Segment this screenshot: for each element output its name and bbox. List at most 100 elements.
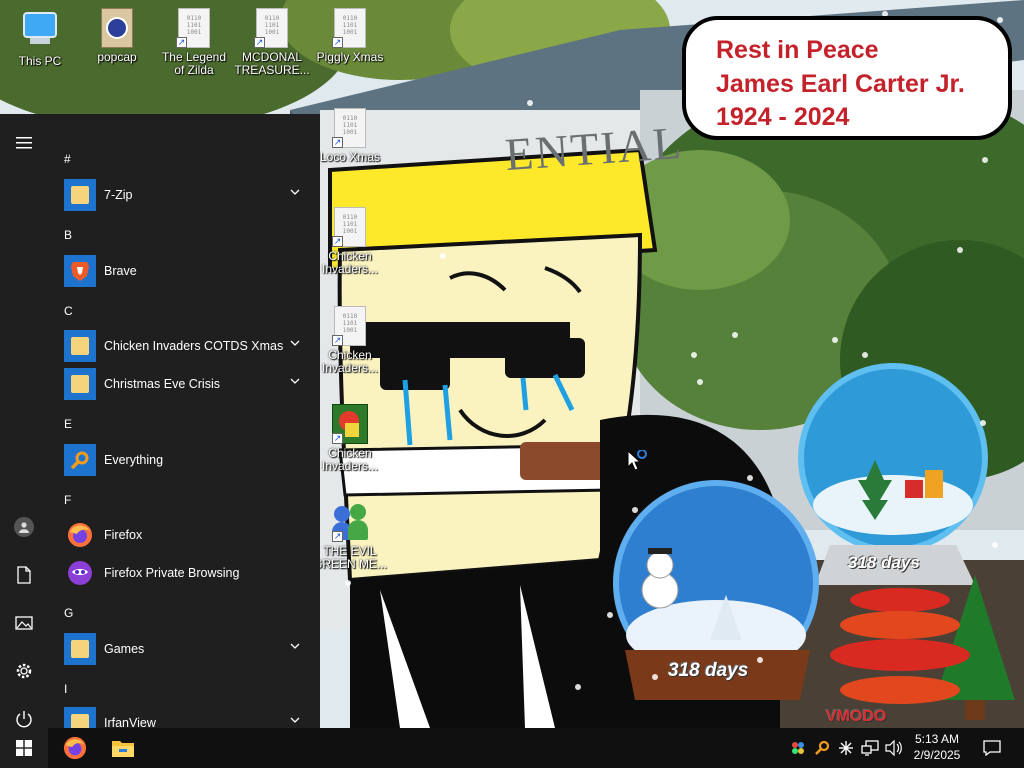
computer-icon	[22, 12, 58, 52]
chevron-down-icon	[290, 189, 300, 195]
taskbar-file-explorer-button[interactable]	[100, 728, 146, 768]
users-icon: ↗	[332, 502, 368, 542]
folder-icon	[64, 707, 96, 728]
globe-right-days: 318 days	[848, 553, 920, 572]
start-menu: # 7-Zip B Brave C Chicken Invaders COTDS…	[0, 114, 320, 728]
file-icon: 0110 1101 1001 ↗	[176, 8, 212, 48]
app-item-brave[interactable]: Brave	[48, 252, 320, 290]
file-icon: 0110 1101 1001 ↗	[332, 108, 368, 148]
app-label: Firefox	[104, 528, 143, 542]
app-item-chicken-invaders-cotds-xmas[interactable]: Chicken Invaders COTDS Xmas	[48, 327, 320, 365]
brave-icon	[64, 255, 96, 287]
app-label: Games	[104, 642, 145, 656]
app-item-firefox-private-browsing[interactable]: Firefox Private Browsing	[48, 554, 320, 592]
tray-app-icon[interactable]	[789, 738, 807, 758]
hamburger-menu-button[interactable]	[0, 123, 48, 163]
firefox-icon	[63, 736, 87, 760]
desktop-icon-legend-of-zilda[interactable]: 0110 1101 1001 ↗ The Legend of Zilda	[156, 8, 232, 77]
desktop-icon-loco-xmas[interactable]: 0110 1101 1001 ↗ Loco Xmas	[312, 108, 388, 164]
app-item-games[interactable]: Games	[48, 630, 320, 668]
pictures-icon	[15, 616, 33, 630]
notification-icon	[983, 740, 1001, 756]
folder-icon	[64, 179, 96, 211]
volume-icon	[885, 740, 902, 756]
desktop-icon-label: Chicken Invaders...	[321, 249, 379, 276]
desktop-icon-label: MCDONAL TREASURE...	[234, 50, 310, 77]
file-icon: 0110 1101 1001 ↗	[254, 8, 290, 48]
desktop-icon-label: THE EVIL GREEN ME...	[312, 544, 387, 571]
app-item-christmas-eve-crisis[interactable]: Christmas Eve Crisis	[48, 365, 320, 403]
speech-bubble: Rest in Peace James Earl Carter Jr. 1924…	[682, 16, 1012, 140]
everything-icon	[64, 444, 96, 476]
chevron-down-icon	[290, 378, 300, 384]
desktop-icon-popcap[interactable]: popcap	[79, 8, 155, 64]
colorful-app-icon	[792, 742, 804, 754]
group-letter-hash[interactable]: #	[64, 152, 71, 166]
app-item-irfanview[interactable]: IrfanView	[48, 704, 320, 728]
firefox-icon	[64, 519, 96, 551]
pictures-button[interactable]	[0, 603, 48, 643]
watermark: VMODO	[826, 708, 887, 725]
app-label: 7-Zip	[104, 188, 133, 202]
app-label: Firefox Private Browsing	[104, 566, 240, 580]
desktop-icon-label: Piggly Xmas	[316, 50, 384, 64]
desktop-icon-label: This PC	[18, 54, 62, 68]
app-label: Brave	[104, 264, 137, 278]
desktop-icon-chicken-invaders-1[interactable]: 0110 1101 1001 ↗ Chicken Invaders...	[312, 207, 388, 276]
app-label: Everything	[104, 453, 164, 467]
start-button[interactable]	[0, 728, 48, 768]
power-icon	[16, 711, 32, 728]
group-letter-b[interactable]: B	[64, 228, 72, 242]
desktop-icon-label: Loco Xmas	[319, 150, 381, 164]
documents-button[interactable]	[0, 555, 48, 595]
hamburger-icon	[16, 137, 32, 149]
app-item-firefox[interactable]: Firefox	[48, 516, 320, 554]
clock-time: 5:13 AM	[914, 732, 960, 746]
bubble-line-3: 1924 - 2024	[716, 103, 850, 131]
group-letter-g[interactable]: G	[64, 606, 73, 620]
folder-icon	[64, 633, 96, 665]
firefox-private-icon	[64, 557, 96, 589]
app-label: IrfanView	[104, 716, 156, 728]
taskbar-firefox-button[interactable]	[52, 728, 98, 768]
bubble-line-1: Rest in Peace	[716, 36, 879, 64]
desktop-icon-evil-green-me[interactable]: ↗ THE EVIL GREEN ME...	[312, 502, 388, 571]
tray-snowflake-icon[interactable]	[837, 738, 855, 758]
desktop-icon-this-pc[interactable]: This PC	[2, 8, 78, 68]
desktop-icon-piggly-xmas[interactable]: 0110 1101 1001 ↗ Piggly Xmas	[312, 8, 388, 64]
desktop-icon-chicken-invaders-3[interactable]: ↗ Chicken Invaders...	[312, 404, 388, 473]
tray-clock[interactable]: 5:13 AM 2/9/2025	[906, 731, 968, 763]
app-label: Christmas Eve Crisis	[104, 377, 220, 391]
file-icon: 0110 1101 1001 ↗	[332, 207, 368, 247]
tray-everything-icon[interactable]	[813, 738, 831, 758]
desktop-icon-chicken-invaders-2[interactable]: 0110 1101 1001 ↗ Chicken Invaders...	[312, 306, 388, 375]
group-letter-c[interactable]: C	[64, 304, 73, 318]
mouse-cursor-busy	[627, 449, 651, 477]
desktop-icon-label: Chicken Invaders...	[321, 446, 379, 473]
search-icon	[815, 740, 830, 755]
app-item-7zip[interactable]: 7-Zip	[48, 176, 320, 214]
desktop-icon-label: Chicken Invaders...	[321, 348, 379, 375]
tray-network-icon[interactable]	[861, 738, 879, 758]
bubble-line-2: James Earl Carter Jr.	[716, 70, 965, 98]
tray-volume-icon[interactable]	[885, 738, 903, 758]
avatar	[14, 517, 34, 537]
app-label: Chicken Invaders COTDS Xmas	[104, 339, 284, 353]
folder-icon	[64, 330, 96, 362]
chicken-game-icon: ↗	[332, 404, 368, 444]
settings-button[interactable]	[0, 651, 48, 691]
action-center-button[interactable]	[982, 738, 1002, 758]
desktop-icon-label: The Legend of Zilda	[161, 50, 227, 77]
taskbar: 5:13 AM 2/9/2025	[0, 728, 1024, 768]
file-icon: 0110 1101 1001 ↗	[332, 306, 368, 346]
snowflake-icon	[839, 741, 853, 755]
group-letter-e[interactable]: E	[64, 417, 72, 431]
user-account-button[interactable]	[0, 507, 48, 547]
app-item-everything[interactable]: Everything	[48, 441, 320, 479]
gear-icon	[16, 663, 32, 679]
folder-icon	[64, 368, 96, 400]
group-letter-f[interactable]: F	[64, 493, 71, 507]
chevron-down-icon	[290, 717, 300, 723]
group-letter-i[interactable]: I	[64, 682, 67, 696]
desktop-icon-mcdonal-treasure[interactable]: 0110 1101 1001 ↗ MCDONAL TREASURE...	[234, 8, 310, 77]
